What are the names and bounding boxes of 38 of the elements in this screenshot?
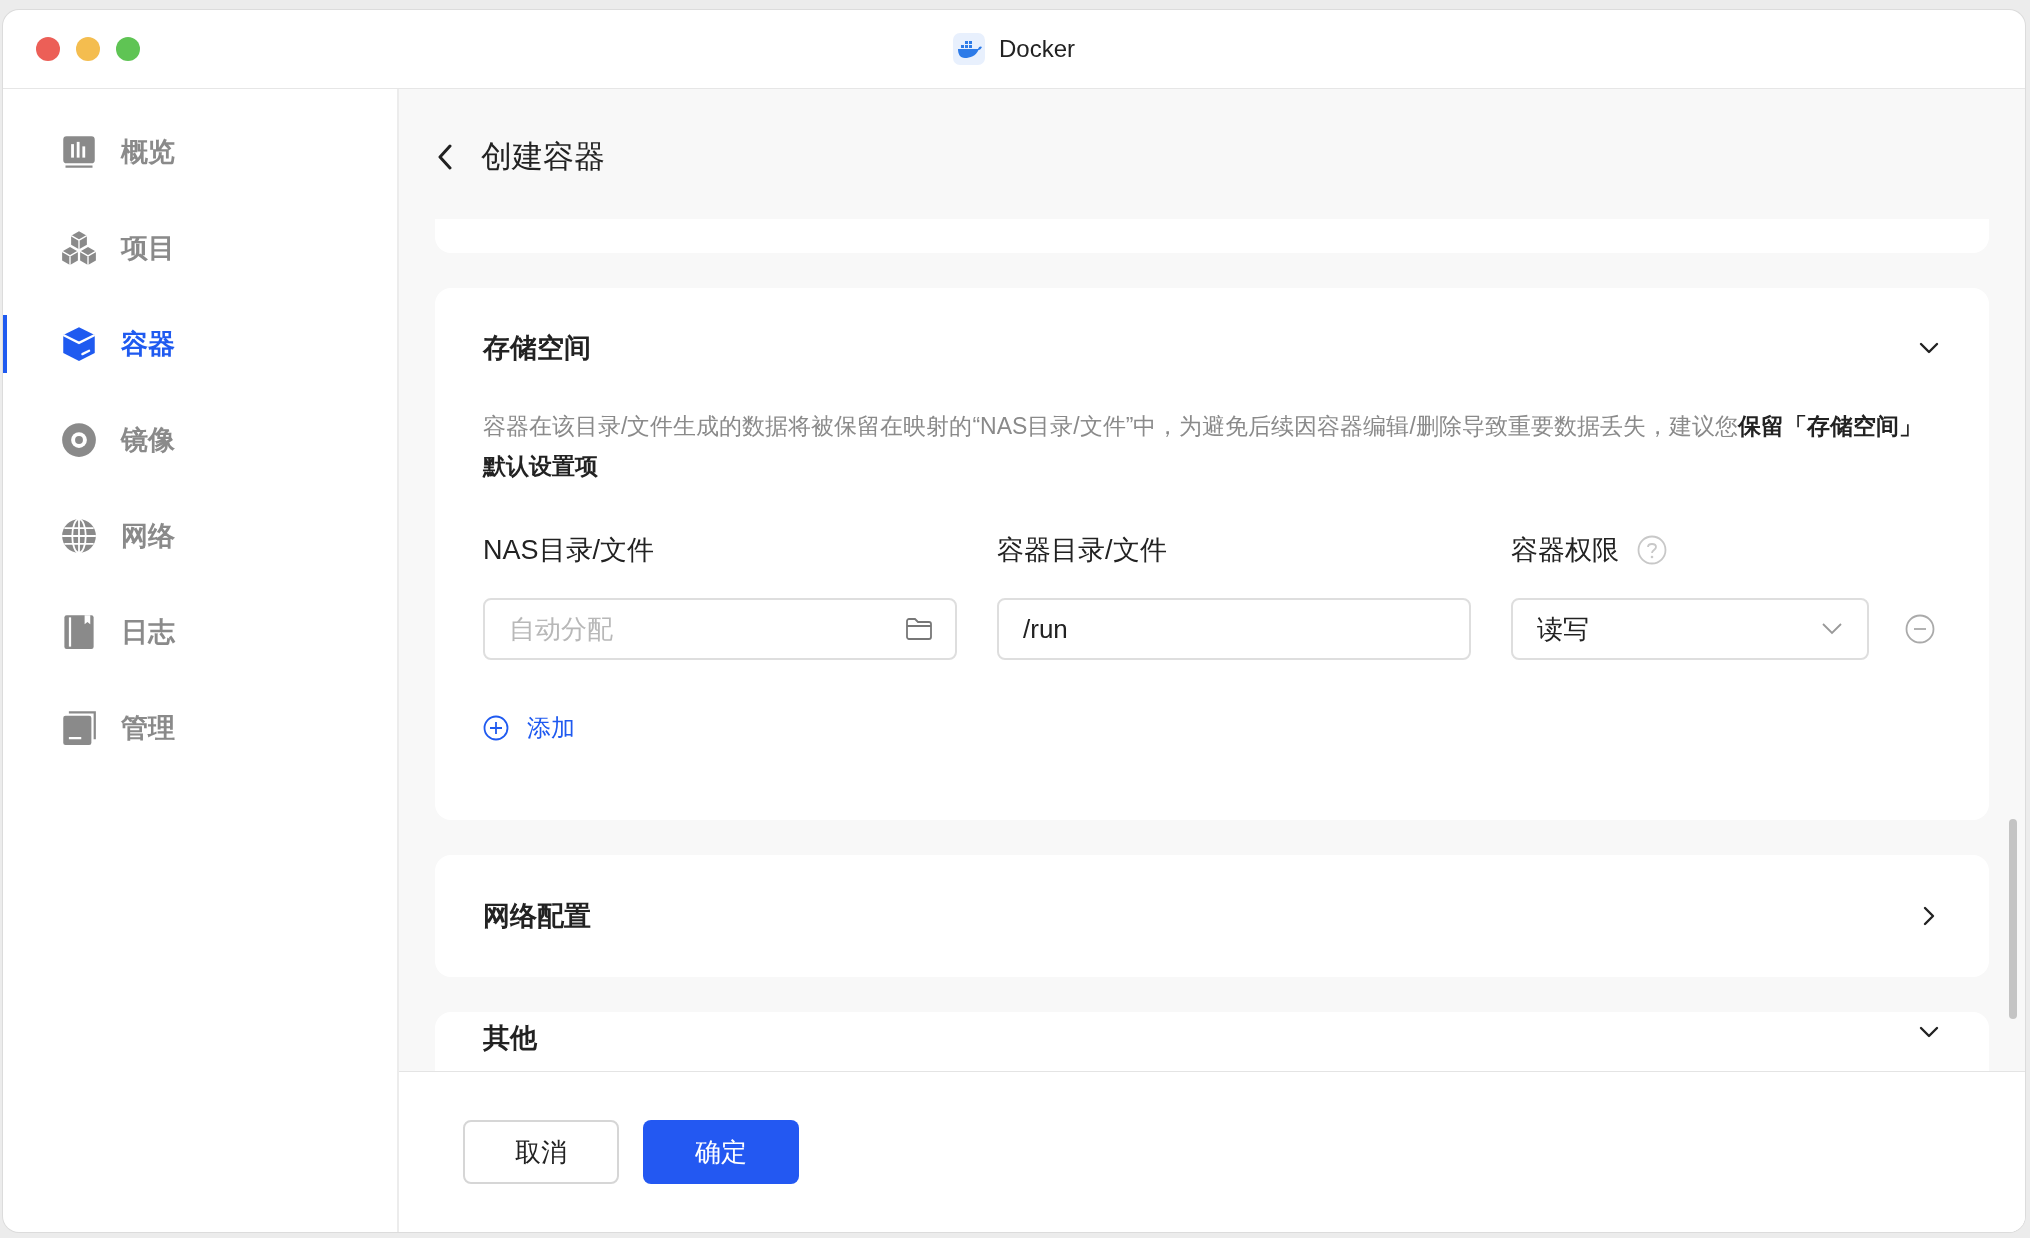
whale-logo-icon	[953, 33, 985, 65]
add-button[interactable]: 添加	[483, 712, 575, 744]
sidebar-item[interactable]: 日志	[3, 603, 397, 661]
column-label: 容器权限	[1511, 534, 1619, 567]
remove-icon[interactable]	[1905, 614, 1935, 644]
storage-description: 容器在该目录/文件生成的数据将被保留在映射的“NAS目录/文件”中，为避免后续因容器编辑/删除导致重要数据丢失，建议您保留「存储空间」默认设置项	[483, 412, 1923, 481]
section-title: 存储空间	[483, 332, 591, 365]
section-title: 其他	[483, 1022, 537, 1055]
plus-circle-icon[interactable]	[483, 715, 509, 741]
window-stack-icon	[61, 710, 97, 746]
globe-icon	[61, 518, 97, 554]
section-card[interactable]: 网络配置	[435, 855, 1989, 977]
close-button[interactable]	[36, 37, 60, 61]
sidebar-item[interactable]: 镜像	[3, 411, 397, 469]
box-icon	[61, 326, 97, 362]
confirm-button[interactable]: 确定	[643, 1120, 799, 1184]
window-title: Docker	[999, 35, 1075, 63]
page-title: 创建容器	[481, 138, 605, 176]
back-chevron-icon[interactable]	[437, 144, 453, 170]
permission-dropdown[interactable]: 读写	[1511, 598, 1869, 660]
section-card[interactable]: 其他	[435, 1012, 1989, 1071]
folder-icon[interactable]	[905, 617, 933, 641]
sidebar-item[interactable]: 概览	[3, 123, 397, 181]
column-label: NAS目录/文件	[483, 534, 655, 567]
sidebar-item[interactable]: 项目	[3, 219, 397, 277]
disc-icon	[61, 422, 97, 458]
bar-chart-icon	[61, 134, 97, 170]
scrollbar-thumb[interactable]	[2009, 819, 2017, 1019]
container-path-field[interactable]: /run	[997, 598, 1471, 660]
cubes-icon	[61, 230, 97, 266]
column-label: 容器目录/文件	[997, 534, 1167, 567]
section-title: 网络配置	[483, 900, 591, 933]
cancel-button[interactable]: 取消	[463, 1120, 619, 1184]
sidebar-item[interactable]: 网络	[3, 507, 397, 565]
dropdown-caret-icon	[1821, 622, 1843, 636]
nas-path-field[interactable]: 自动分配	[483, 598, 957, 660]
sidebar-item[interactable]: 管理	[3, 699, 397, 757]
book-icon	[61, 614, 97, 650]
